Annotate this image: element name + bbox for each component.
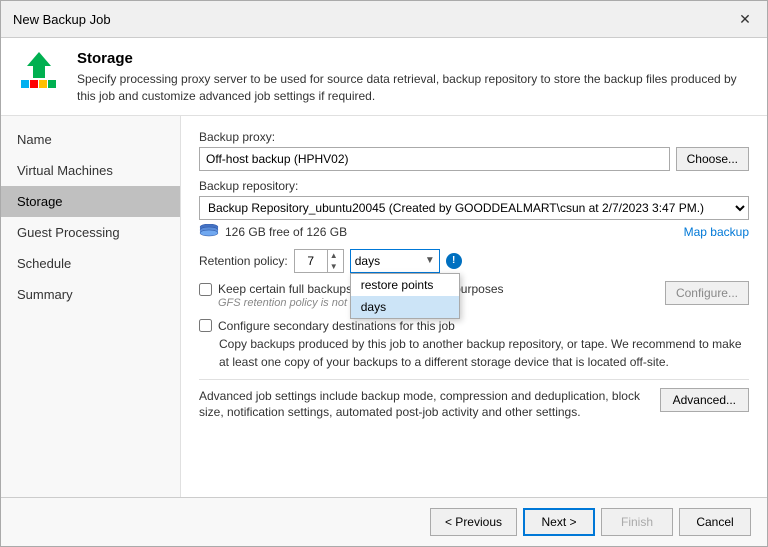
spinner-down[interactable]: ▼ bbox=[328, 261, 340, 272]
retention-row: Retention policy: ▲ ▼ days ▼ bbox=[199, 249, 749, 273]
map-backup-link[interactable]: Map backup bbox=[684, 225, 749, 239]
close-button[interactable]: ✕ bbox=[735, 9, 755, 29]
secondary-dest-checkbox[interactable] bbox=[199, 319, 212, 332]
disk-stack-icon bbox=[199, 224, 219, 241]
header-text: Storage Specify processing proxy server … bbox=[77, 50, 751, 105]
spinner-up[interactable]: ▲ bbox=[328, 250, 340, 261]
title-bar: New Backup Job ✕ bbox=[1, 1, 767, 38]
backup-proxy-row: Choose... bbox=[199, 147, 749, 171]
sidebar-item-storage[interactable]: Storage bbox=[1, 186, 180, 217]
footer: < Previous Next > Finish Cancel bbox=[1, 497, 767, 546]
main-content: Backup proxy: Choose... Backup repositor… bbox=[181, 116, 767, 497]
backup-repository-label: Backup repository: bbox=[199, 179, 749, 193]
days-select-value: days bbox=[355, 254, 380, 268]
proxy-choose-button[interactable]: Choose... bbox=[676, 147, 749, 171]
secondary-dest-row: Configure secondary destinations for thi… bbox=[199, 319, 749, 333]
retention-spinner[interactable]: ▲ ▼ bbox=[294, 249, 344, 273]
secondary-dest-section: Configure secondary destinations for thi… bbox=[199, 319, 749, 371]
retention-value-input[interactable] bbox=[295, 250, 327, 272]
sidebar-item-name[interactable]: Name bbox=[1, 124, 180, 155]
keep-backups-row: Keep certain full backups longer for arc… bbox=[199, 281, 749, 309]
backup-repository-select[interactable]: Backup Repository_ubuntu20045 (Created b… bbox=[199, 196, 749, 220]
dialog-title: New Backup Job bbox=[13, 12, 111, 27]
backup-proxy-input[interactable] bbox=[199, 147, 670, 171]
storage-info: 126 GB free of 126 GB bbox=[199, 224, 347, 241]
sidebar-item-summary[interactable]: Summary bbox=[1, 279, 180, 310]
header-title: Storage bbox=[77, 50, 751, 67]
spinner-arrows: ▲ ▼ bbox=[327, 250, 340, 272]
storage-free-text: 126 GB free of 126 GB bbox=[225, 225, 347, 239]
cancel-button[interactable]: Cancel bbox=[679, 508, 751, 536]
advanced-button[interactable]: Advanced... bbox=[660, 388, 749, 412]
sidebar-item-virtual-machines[interactable]: Virtual Machines bbox=[1, 155, 180, 186]
sidebar-item-guest-processing[interactable]: Guest Processing bbox=[1, 217, 180, 248]
sidebar: Name Virtual Machines Storage Guest Proc… bbox=[1, 116, 181, 497]
next-button[interactable]: Next > bbox=[523, 508, 595, 536]
header-section: Storage Specify processing proxy server … bbox=[1, 38, 767, 116]
retention-policy-label: Retention policy: bbox=[199, 254, 288, 268]
days-dropdown-arrow-icon: ▼ bbox=[425, 255, 435, 266]
header-description: Specify processing proxy server to be us… bbox=[77, 71, 751, 105]
keep-backups-checkbox[interactable] bbox=[199, 283, 212, 296]
configure-button[interactable]: Configure... bbox=[665, 281, 749, 305]
finish-button[interactable]: Finish bbox=[601, 508, 673, 536]
storage-info-row: 126 GB free of 126 GB Map backup bbox=[199, 224, 749, 241]
advanced-description: Advanced job settings include backup mod… bbox=[199, 388, 650, 422]
days-select-trigger[interactable]: days ▼ bbox=[350, 249, 440, 273]
info-icon[interactable]: ! bbox=[446, 253, 462, 269]
storage-icon bbox=[17, 50, 65, 98]
dropdown-item-restore-points[interactable]: restore points bbox=[351, 274, 459, 296]
secondary-dest-label: Configure secondary destinations for thi… bbox=[218, 319, 455, 333]
backup-proxy-label: Backup proxy: bbox=[199, 130, 749, 144]
days-dropdown: restore points days bbox=[350, 273, 460, 319]
secondary-dest-description: Copy backups produced by this job to ano… bbox=[219, 335, 749, 371]
advanced-section: Advanced job settings include backup mod… bbox=[199, 379, 749, 422]
sidebar-item-schedule[interactable]: Schedule bbox=[1, 248, 180, 279]
previous-button[interactable]: < Previous bbox=[430, 508, 517, 536]
retention-unit-wrapper: days ▼ restore points days bbox=[350, 249, 440, 273]
dialog-window: New Backup Job ✕ bbox=[0, 0, 768, 547]
dropdown-item-days[interactable]: days bbox=[351, 296, 459, 318]
